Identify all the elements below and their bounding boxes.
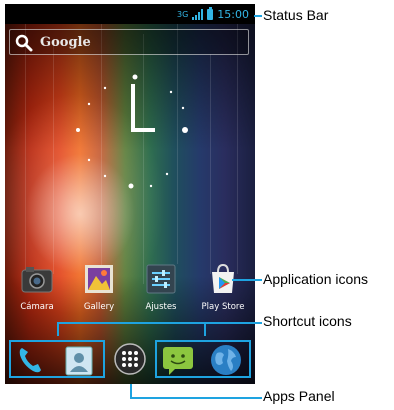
- browser-globe-icon[interactable]: [209, 343, 243, 377]
- dock: [5, 334, 255, 384]
- messaging-icon[interactable]: [161, 343, 195, 377]
- settings-icon: [144, 262, 178, 296]
- search-label: Google: [40, 35, 91, 50]
- signal-icon: [192, 8, 204, 20]
- app-play-store[interactable]: Play Store: [193, 262, 253, 312]
- annotation-label: Shortcut icons: [263, 313, 352, 329]
- contacts-icon[interactable]: [63, 344, 95, 376]
- search-icon: [15, 34, 33, 52]
- app-label: Ajustes: [145, 302, 177, 312]
- network-type: 3G: [177, 9, 189, 19]
- phone-screen: 3G 15:00 Google Cámara Gallery Ajustes P…: [5, 4, 255, 384]
- right-shortcut-group: [155, 340, 251, 378]
- phone-icon[interactable]: [16, 345, 46, 375]
- app-label: Gallery: [83, 302, 115, 312]
- google-search-bar[interactable]: Google: [9, 29, 249, 55]
- status-bar[interactable]: 3G 15:00: [5, 4, 255, 24]
- annotation-label: Apps Panel: [263, 388, 335, 404]
- app-settings[interactable]: Ajustes: [131, 262, 191, 312]
- gallery-icon: [82, 262, 116, 296]
- application-icons-row: Cámara Gallery Ajustes Play Store: [5, 262, 255, 322]
- battery-icon: [207, 6, 214, 20]
- analog-clock-widget[interactable]: [75, 74, 195, 194]
- camera-icon: [20, 262, 54, 296]
- annotation-label: Application icons: [263, 271, 369, 287]
- app-label: Play Store: [201, 302, 245, 312]
- annotation-label: Status Bar: [263, 7, 329, 23]
- left-shortcut-group: [9, 340, 105, 378]
- status-time: 15:00: [217, 7, 249, 21]
- app-camera[interactable]: Cámara: [7, 262, 67, 312]
- app-gallery[interactable]: Gallery: [69, 262, 129, 312]
- apps-grid-icon[interactable]: [113, 342, 147, 376]
- app-label: Cámara: [20, 302, 54, 312]
